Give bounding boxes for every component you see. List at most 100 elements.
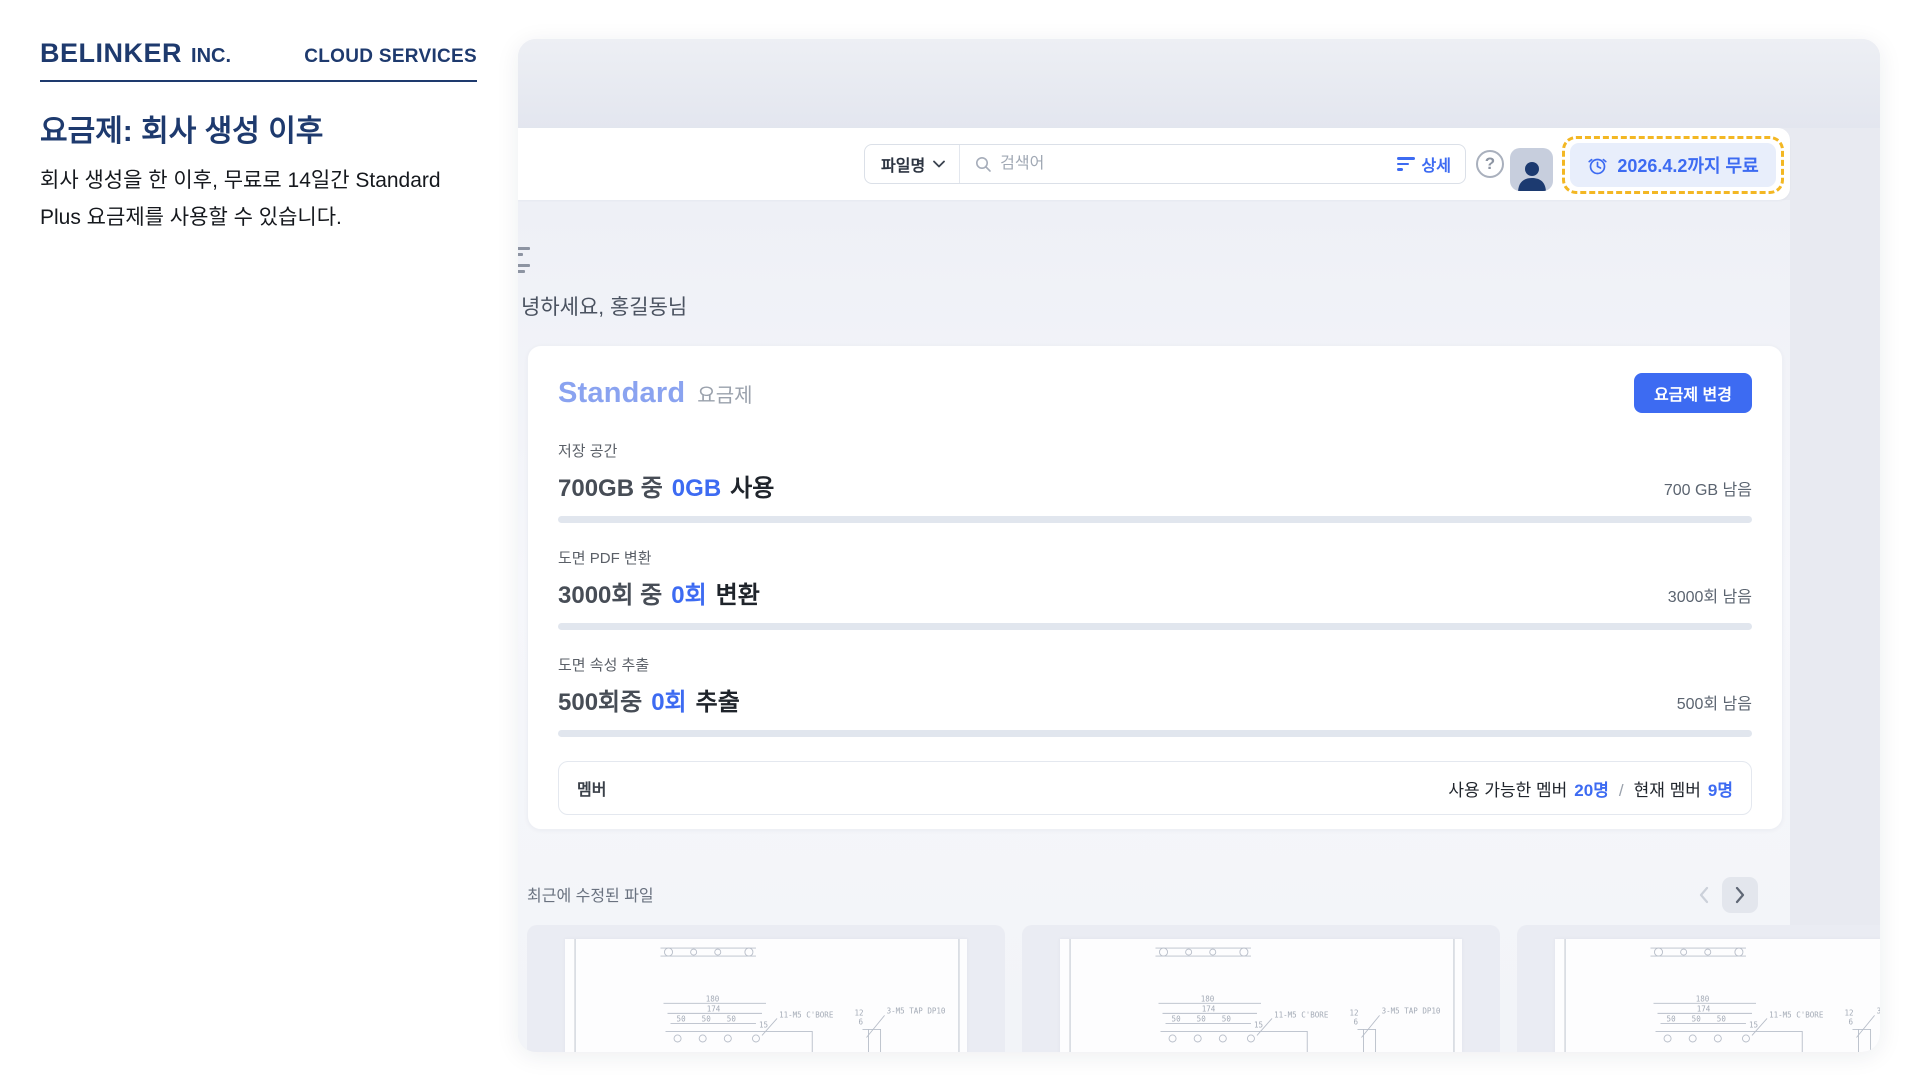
usage-line: 500회중 0회 추출 500회 남음 [558, 682, 1752, 717]
app-top-strip [518, 39, 1880, 128]
svg-text:11-M5 C'BORE: 11-M5 C'BORE [1769, 1010, 1824, 1019]
usage-value: 3000회 중 0회 변환 [558, 575, 760, 610]
plan-card: Standard 요금제 요금제 변경 저장 공간 700GB 중 0GB 사용… [527, 345, 1783, 830]
recent-files-title: 최근에 수정된 파일 [527, 882, 654, 906]
drawing-sheet: 180 174 50 50 50 15 11-M5 C'BORE 12 6 3-… [1060, 939, 1462, 1052]
question-icon: ? [1485, 154, 1495, 174]
member-current-value: 9명 [1708, 776, 1733, 801]
member-available-value: 20명 [1574, 776, 1609, 801]
extraction-progress-bar [558, 730, 1752, 737]
brand-suffix: INC. [191, 45, 231, 67]
usage-row-pdf-conversion: 도면 PDF 변환 3000회 중 0회 변환 3000회 남음 [558, 547, 1752, 630]
usage-line: 700GB 중 0GB 사용 700 GB 남음 [558, 468, 1752, 503]
svg-text:180: 180 [1201, 994, 1215, 1003]
drawing-sheet: 180 174 50 50 50 15 11-M5 C'BORE 12 6 3-… [565, 939, 967, 1052]
recent-file-thumbnail[interactable]: 180 174 50 50 50 15 11-M5 C'BORE 12 6 3-… [1022, 925, 1500, 1052]
usage-label: 도면 PDF 변환 [558, 547, 1752, 568]
drawing-sheet: 180 174 50 50 50 15 11-M5 C'BORE 12 6 3-… [1555, 939, 1880, 1052]
svg-text:174: 174 [707, 1004, 721, 1013]
usage-value-main: 700GB 중 [558, 468, 663, 503]
doc-panel: BELINKERINC. CLOUD SERVICES 요금제: 회사 생성 이… [0, 0, 500, 1080]
chevron-right-icon [1734, 886, 1746, 904]
search-input[interactable] [1000, 155, 1396, 173]
svg-text:12: 12 [1844, 1008, 1853, 1017]
svg-text:12: 12 [1349, 1008, 1358, 1017]
user-avatar[interactable] [1510, 148, 1553, 191]
usage-value: 500회중 0회 추출 [558, 682, 740, 717]
svg-text:6: 6 [1848, 1017, 1853, 1026]
change-plan-button[interactable]: 요금제 변경 [1634, 373, 1752, 413]
filter-lines-icon [1397, 157, 1415, 171]
svg-text:6: 6 [858, 1017, 863, 1026]
svg-text:50: 50 [702, 1014, 712, 1023]
free-trial-badge[interactable]: 2026.4.2까지 무료 [1570, 143, 1776, 187]
page-title: 요금제: 회사 생성 이후 [40, 106, 323, 150]
usage-remaining: 500회 남음 [1677, 690, 1752, 717]
usage-remaining: 3000회 남음 [1668, 583, 1752, 610]
svg-text:50: 50 [1197, 1014, 1207, 1023]
svg-text:50: 50 [1172, 1014, 1182, 1023]
svg-text:180: 180 [706, 994, 720, 1003]
svg-text:50: 50 [677, 1014, 687, 1023]
brand-logo: BELINKERINC. [40, 38, 231, 69]
svg-text:6: 6 [1353, 1017, 1358, 1026]
recent-file-thumbnail[interactable]: 180 174 50 50 50 15 11-M5 C'BORE 12 6 3-… [1517, 925, 1880, 1052]
search-bar: 파일명 상세 [864, 144, 1466, 184]
recent-files-prev-button[interactable] [1686, 877, 1722, 913]
plan-name-suffix: 요금제 [697, 379, 752, 408]
usage-value-highlight: 0회 [651, 682, 686, 717]
chevron-down-icon [933, 160, 945, 168]
plan-name: Standard [558, 377, 685, 410]
usage-row-storage: 저장 공간 700GB 중 0GB 사용 700 GB 남음 [558, 440, 1752, 523]
alarm-clock-icon [1587, 155, 1608, 176]
storage-progress-bar [558, 516, 1752, 523]
cutoff-logo-fragment [518, 245, 534, 279]
pdf-conversion-progress-bar [558, 623, 1752, 630]
advanced-search-label: 상세 [1422, 152, 1451, 176]
file-filter-dropdown[interactable]: 파일명 [865, 145, 960, 183]
svg-text:3-M5 TAP DP10: 3-M5 TAP DP10 [1382, 1006, 1441, 1015]
chevron-left-icon [1698, 886, 1710, 904]
person-icon [1515, 159, 1549, 191]
free-trial-highlight: 2026.4.2까지 무료 [1562, 136, 1784, 194]
svg-text:15: 15 [759, 1020, 768, 1029]
svg-text:50: 50 [1667, 1014, 1677, 1023]
help-button[interactable]: ? [1476, 150, 1504, 178]
svg-text:180: 180 [1696, 994, 1710, 1003]
brand-divider [40, 80, 477, 82]
brand-row: BELINKERINC. CLOUD SERVICES [40, 38, 477, 69]
advanced-search-button[interactable]: 상세 [1397, 152, 1465, 176]
svg-text:15: 15 [1749, 1020, 1758, 1029]
usage-line: 3000회 중 0회 변환 3000회 남음 [558, 575, 1752, 610]
usage-value-suffix: 변환 [716, 575, 760, 610]
recent-files-next-button[interactable] [1722, 877, 1758, 913]
member-current-label: 현재 멤버 [1634, 776, 1701, 801]
usage-value-highlight: 0회 [671, 575, 706, 610]
usage-value-suffix: 추출 [696, 682, 740, 717]
svg-text:3-M5 TAP DP10: 3-M5 TAP DP10 [1877, 1006, 1880, 1015]
usage-value: 700GB 중 0GB 사용 [558, 468, 774, 503]
member-summary-box: 멤버 사용 가능한 멤버 20명 / 현재 멤버 9명 [558, 761, 1752, 815]
svg-text:50: 50 [727, 1014, 737, 1023]
usage-row-attribute-extraction: 도면 속성 추출 500회중 0회 추출 500회 남음 [558, 654, 1752, 737]
svg-text:12: 12 [854, 1008, 863, 1017]
recent-file-thumbnail[interactable]: 180 174 50 50 50 15 11-M5 C'BORE 12 6 3-… [527, 925, 1005, 1052]
svg-text:50: 50 [1717, 1014, 1727, 1023]
app-screenshot: 파일명 상세 ? [518, 39, 1880, 1052]
usage-value-main: 3000회 중 [558, 575, 662, 610]
svg-text:50: 50 [1692, 1014, 1702, 1023]
member-stats: 사용 가능한 멤버 20명 / 현재 멤버 9명 [1448, 776, 1733, 801]
cad-drawing: 180 174 50 50 50 15 11-M5 C'BORE 12 6 3-… [1060, 939, 1462, 1052]
plan-card-header: Standard 요금제 요금제 변경 [558, 370, 1752, 416]
app-toolbar: 파일명 상세 ? [518, 128, 1790, 200]
greeting-text: 녕하세요, 홍길동님 [521, 291, 687, 321]
usage-label: 도면 속성 추출 [558, 654, 1752, 675]
usage-value-main: 500회중 [558, 682, 642, 717]
plan-title: Standard 요금제 [558, 377, 753, 410]
usage-value-highlight: 0GB [672, 475, 721, 503]
svg-text:11-M5 C'BORE: 11-M5 C'BORE [779, 1010, 834, 1019]
cad-drawing: 180 174 50 50 50 15 11-M5 C'BORE 12 6 3-… [565, 939, 967, 1052]
free-trial-text: 2026.4.2까지 무료 [1617, 152, 1758, 178]
usage-label: 저장 공간 [558, 440, 1752, 461]
page-description: 회사 생성을 한 이후, 무료로 14일간 Standard Plus 요금제를… [40, 162, 472, 236]
